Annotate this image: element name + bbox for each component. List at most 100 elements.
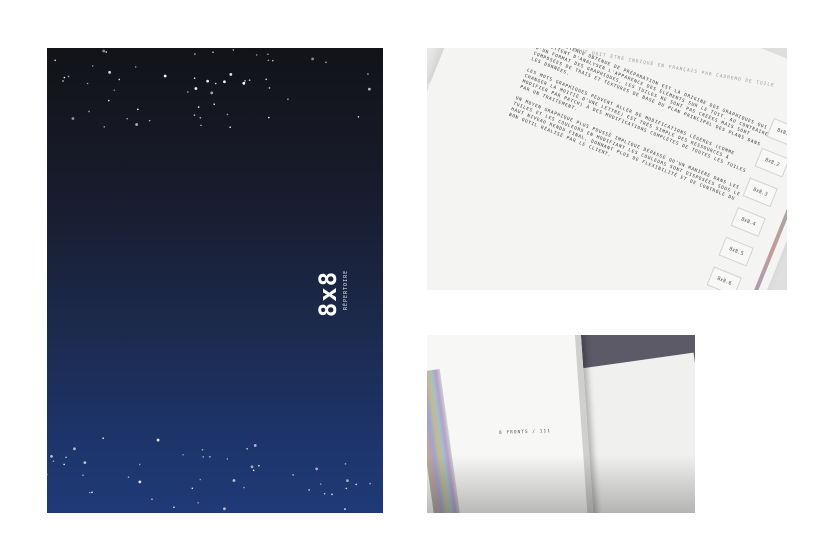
star (91, 65, 94, 67)
star (202, 456, 205, 458)
index-tab: 8x8.6 (706, 266, 742, 290)
star (232, 479, 236, 482)
star (258, 464, 260, 467)
star (242, 81, 246, 85)
index-tab: 8x8.5 (718, 236, 754, 267)
star (319, 483, 322, 485)
cover-subtitle: RÉPERTOIRE (343, 269, 349, 310)
star (138, 480, 142, 484)
star (367, 87, 371, 91)
star (267, 59, 270, 62)
star (265, 78, 267, 81)
star (367, 73, 369, 75)
star (65, 456, 67, 459)
star (88, 110, 90, 113)
page-text: UNE COMPÉTENCE OBTENUE DE PRÉPARATION ES… (505, 48, 773, 217)
star (246, 447, 248, 450)
star (355, 483, 358, 486)
star (308, 489, 310, 491)
star (118, 78, 121, 81)
star (212, 51, 214, 53)
binder-photo: UNE COMPÉTENCE OBTENUE DE PRÉPARATION ES… (427, 48, 787, 290)
star (138, 463, 141, 466)
star (315, 467, 319, 471)
star (82, 474, 84, 477)
star (226, 458, 229, 460)
star (86, 82, 89, 85)
star (344, 463, 347, 465)
star (73, 447, 76, 451)
star (54, 59, 56, 62)
star (88, 491, 91, 494)
star (47, 473, 48, 476)
star (243, 486, 245, 489)
star (223, 80, 226, 84)
star (137, 108, 139, 111)
star (107, 99, 110, 102)
star (226, 113, 229, 116)
star (163, 74, 167, 78)
cover-image: 8x8 RÉPERTOIRE (47, 48, 383, 513)
index-tab: 8x8.3 (742, 177, 778, 208)
star (187, 91, 189, 93)
star (287, 98, 289, 100)
star (229, 126, 231, 128)
index-tab: 8x8.1 (766, 118, 787, 148)
star (268, 116, 270, 119)
star (345, 487, 348, 490)
star (173, 506, 175, 508)
star (83, 461, 87, 465)
star (194, 87, 198, 90)
star (197, 501, 199, 504)
star (113, 89, 116, 92)
star (91, 491, 93, 494)
star (250, 465, 254, 469)
star (71, 117, 75, 120)
star (62, 80, 64, 82)
star (197, 106, 200, 108)
star (191, 487, 194, 490)
star (102, 437, 104, 440)
star (194, 53, 196, 55)
cover-logo: 8x8 (314, 270, 343, 318)
star (311, 57, 315, 61)
star (200, 124, 202, 127)
star (127, 476, 130, 478)
star (52, 460, 55, 463)
star (267, 53, 269, 55)
star (271, 59, 274, 62)
star (148, 119, 151, 122)
star (134, 66, 137, 68)
star (248, 79, 251, 81)
star (67, 75, 70, 78)
star (214, 82, 217, 85)
star (232, 49, 235, 51)
star (253, 444, 257, 447)
star (206, 79, 210, 83)
star (325, 61, 327, 64)
document-page: UNE COMPÉTENCE OBTENUE DE PRÉPARATION ES… (427, 48, 787, 290)
star (102, 49, 106, 53)
star (199, 478, 202, 481)
star (151, 498, 153, 501)
star (182, 453, 184, 456)
star (63, 76, 66, 79)
star (193, 114, 196, 116)
star (126, 117, 128, 120)
index-tab: 8x8.2 (754, 147, 787, 178)
star (105, 51, 108, 53)
star (213, 103, 216, 106)
shadow (427, 455, 695, 513)
star (193, 77, 196, 79)
star (201, 448, 204, 451)
star (50, 455, 53, 458)
star (135, 123, 139, 126)
star (209, 455, 211, 458)
star (63, 463, 65, 466)
book-photo: 8 FRONTS / 111 (427, 335, 695, 513)
star (103, 126, 106, 128)
star (210, 91, 214, 95)
star (255, 54, 258, 56)
star (199, 116, 202, 119)
star (268, 87, 271, 89)
